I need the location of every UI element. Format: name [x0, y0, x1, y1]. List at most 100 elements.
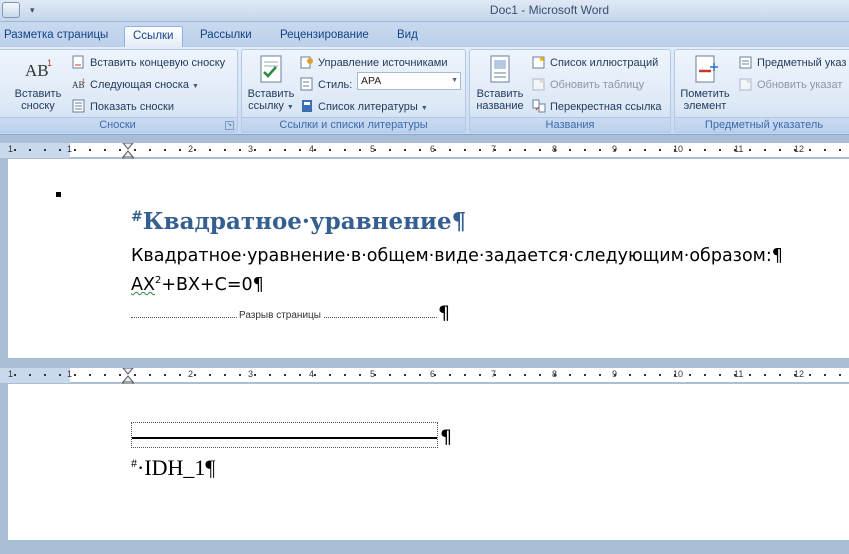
tab-view[interactable]: Вид [389, 26, 426, 47]
horizontal-line-frame[interactable] [131, 422, 438, 448]
ruler-tick [464, 374, 466, 376]
ruler-tick [299, 149, 301, 151]
cross-reference-button[interactable]: Перекрестная ссылка [532, 98, 662, 116]
group-label-citations: Ссылки и списки литературы [242, 117, 465, 132]
ruler-tick [524, 149, 526, 151]
ruler-tick [164, 149, 166, 151]
ruler-tick [59, 149, 61, 151]
ruler-tick [104, 149, 106, 151]
ruler-tick [809, 149, 811, 151]
ruler-tick [224, 149, 226, 151]
ruler-tick [149, 149, 151, 151]
style-icon [300, 77, 313, 91]
style-select[interactable]: APA ▼ [357, 72, 461, 90]
ruler-tick [629, 149, 631, 151]
ruler-number: 10 [673, 369, 684, 379]
ruler-tick [749, 374, 751, 376]
insert-table-of-figures-button[interactable]: Список иллюстраций [532, 54, 658, 72]
tab-page-layout[interactable]: Разметка страницы [0, 26, 116, 47]
chevron-down-icon: ▼ [191, 83, 199, 90]
ruler-tick [254, 374, 256, 376]
body-paragraph[interactable]: Квадратное·уравнение·в·общем·виде·задает… [131, 246, 783, 266]
ruler-number: 4 [309, 369, 315, 379]
ruler-tick [689, 149, 691, 151]
ruler-number: 11 [734, 144, 744, 154]
tab-review[interactable]: Рецензирование [272, 26, 377, 47]
mark-entry-icon [695, 55, 718, 83]
ruler-tick [209, 374, 211, 376]
ruler-number: 9 [612, 144, 618, 154]
ruler-tick [239, 149, 241, 151]
style-label: Стиль: [300, 76, 352, 94]
ruler-tick [539, 149, 541, 151]
ruler-number: 5 [370, 369, 376, 379]
indent-marker-icon[interactable] [122, 143, 134, 159]
ruler-tick [89, 149, 91, 151]
mark-entry-button[interactable]: Пометить элемент [679, 54, 731, 116]
ruler-tick [419, 374, 421, 376]
ruler-tick [404, 149, 406, 151]
indent-marker-icon[interactable] [122, 368, 134, 384]
ruler-tick [164, 374, 166, 376]
ruler-number: 8 [552, 144, 558, 154]
ruler-number: 2 [188, 144, 194, 154]
update-table-button[interactable]: Обновить таблицу [532, 76, 644, 94]
ribbon: AB 1 Вставить сноску Вставить концевую с… [0, 47, 849, 135]
bookmark-paragraph[interactable]: #·IDH_1¶ [131, 455, 215, 481]
ruler-tick [509, 374, 511, 376]
ruler-tick [299, 374, 301, 376]
next-footnote-button[interactable]: AB 1 Следующая сноска ▼ [72, 76, 199, 94]
insert-index-button[interactable]: Предметный указ [739, 54, 846, 72]
chevron-down-icon: ▼ [451, 77, 458, 84]
ruler-tick [194, 149, 196, 151]
manage-sources-button[interactable]: Управление источниками [300, 54, 447, 72]
ruler-number: 2 [188, 369, 194, 379]
ruler-number: 7 [491, 369, 497, 379]
ruler-tick [749, 149, 751, 151]
tab-references[interactable]: Ссылки [124, 26, 183, 47]
endnote-icon [72, 55, 84, 69]
equation-paragraph[interactable]: AX2+BX+C=0¶ [131, 275, 264, 295]
document-heading[interactable]: #Квадратное·уравнение¶ [131, 208, 466, 235]
tab-mailings[interactable]: Рассылки [192, 26, 260, 47]
ruler-number: 4 [309, 144, 315, 154]
ruler-tick [719, 374, 721, 376]
ruler-number: 5 [370, 144, 376, 154]
ruler-tick [824, 149, 826, 151]
next-footnote-icon: AB1 [72, 79, 86, 90]
ruler-tick [119, 374, 121, 376]
update-index-button[interactable]: Обновить указат [739, 76, 842, 94]
insert-footnote-button[interactable]: AB 1 Вставить сноску [12, 54, 64, 116]
ruler-tick [824, 374, 826, 376]
page-break: Разрыв страницы [131, 310, 441, 324]
insert-caption-button[interactable]: Вставить название [474, 54, 526, 116]
ruler-tick [509, 149, 511, 151]
update-index-icon [739, 78, 752, 91]
bibliography-button[interactable]: Список литературы ▼ [300, 98, 428, 116]
ruler-tick [284, 149, 286, 151]
ruler-tick [704, 374, 706, 376]
show-notes-button[interactable]: Показать сноски [72, 98, 174, 116]
svg-text:1: 1 [82, 79, 86, 85]
horizontal-ruler-2[interactable]: 1 1 2 3 4 5 6 7 8 9 10 11 12 [0, 367, 849, 384]
cross-reference-icon [532, 99, 546, 113]
ruler-number: 10 [673, 144, 684, 154]
ruler-tick [719, 149, 721, 151]
footnote-icon: AB 1 [25, 58, 52, 80]
ruler-tick [14, 374, 16, 376]
insert-citation-button[interactable]: Вставить ссылку ▼ [245, 54, 297, 116]
insert-endnote-button[interactable]: Вставить концевую сноску [72, 54, 225, 72]
ruler-number: 8 [552, 369, 558, 379]
insert-citation-icon [260, 55, 282, 83]
ruler-tick [89, 374, 91, 376]
dialog-launcher-icon[interactable]: ↘ [225, 121, 234, 130]
horizontal-ruler[interactable]: 1 1 2 3 4 5 6 7 8 9 10 11 12 [0, 142, 849, 159]
ruler-number: 1 [8, 369, 14, 379]
ruler-tick [419, 149, 421, 151]
ruler-tick [239, 374, 241, 376]
ruler-number: 1 [67, 144, 73, 154]
ruler-number: 3 [248, 144, 254, 154]
ruler-tick [449, 374, 451, 376]
group-label-captions: Названия [470, 117, 670, 132]
ruler-tick [59, 374, 61, 376]
